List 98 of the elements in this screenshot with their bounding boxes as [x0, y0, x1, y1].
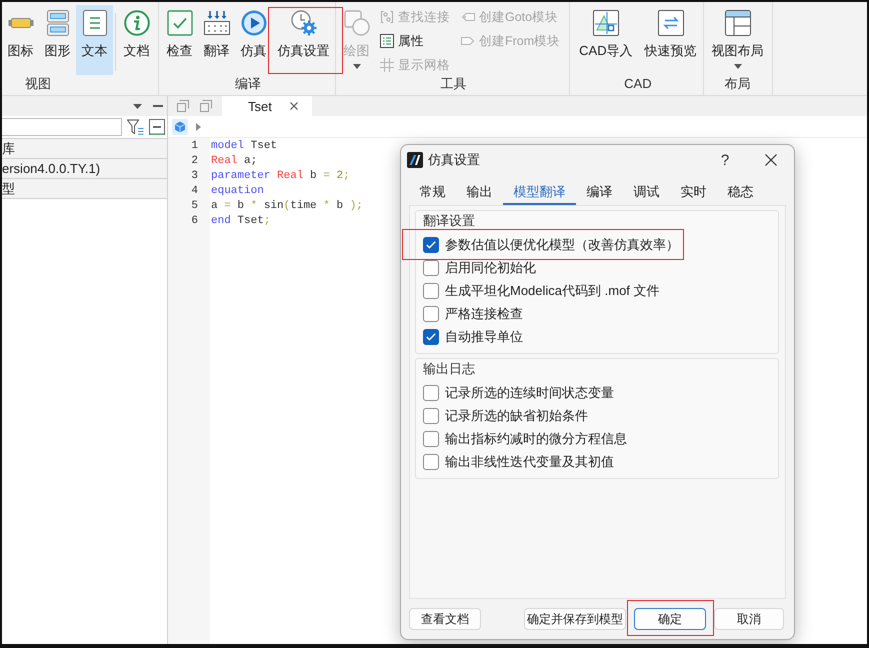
ribbon-button[interactable]: 快速预览 — [638, 5, 703, 75]
checkmark-icon — [426, 240, 436, 248]
checkbox-option[interactable]: 输出指标约减时的微分方程信息 — [423, 427, 627, 450]
caret-right-icon — [196, 122, 201, 130]
search-field[interactable] — [2, 118, 122, 136]
checkbox[interactable] — [423, 282, 439, 298]
group-label: 视图 — [24, 75, 52, 93]
dialog-button[interactable]: 取消 — [714, 608, 784, 630]
checkmark-icon — [426, 332, 436, 340]
dialog-tab[interactable]: 稳态 — [717, 180, 764, 205]
checkbox[interactable] — [423, 328, 439, 344]
dialog-button[interactable]: 查看文档 — [409, 608, 481, 630]
checkbox[interactable] — [423, 430, 439, 446]
checkbox[interactable] — [423, 306, 439, 322]
dialog-tab[interactable]: 实时 — [670, 180, 717, 205]
checkbox-option[interactable]: 严格连接检查 — [423, 302, 523, 325]
checkbox[interactable] — [423, 408, 439, 424]
tree-item[interactable]: 库 — [2, 138, 167, 158]
code-line: model Tset — [211, 139, 278, 154]
ribbon-button[interactable]: 图形 — [39, 5, 76, 75]
code-line: parameter Real b = 2; — [211, 169, 350, 184]
check-square-icon — [166, 10, 192, 36]
line-number: 4 — [190, 184, 198, 199]
minus-box-icon — [149, 119, 165, 135]
clock-gear-icon — [290, 10, 316, 36]
ribbon-button[interactable]: CAD导入 — [573, 5, 639, 75]
editor-tab[interactable]: Tset — [222, 96, 312, 116]
tag-icon — [461, 10, 475, 24]
play-icon — [240, 10, 266, 36]
dialog-button[interactable]: 确定 — [634, 608, 706, 630]
tag-icon — [461, 34, 475, 48]
checkbox-option[interactable]: 生成平坦化Modelica代码到 .mof 文件 — [423, 279, 660, 302]
ribbon-button[interactable]: 仿真设置 — [272, 5, 335, 75]
window-icon — [176, 100, 188, 112]
line-number: 3 — [190, 169, 198, 184]
blueprint-icon — [592, 10, 619, 36]
caret-icon — [133, 104, 142, 108]
shapes-icon — [344, 10, 370, 36]
line-number: 1 — [190, 139, 198, 154]
dialog-tab[interactable]: 调试 — [623, 180, 670, 205]
close-icon — [765, 154, 777, 166]
arrows-grid-icon — [204, 10, 230, 36]
dialog-tab[interactable]: 输出 — [456, 180, 503, 205]
group-label: 编译 — [234, 75, 262, 93]
group-label: CAD — [623, 75, 653, 93]
checkbox[interactable] — [423, 384, 439, 400]
code-line: end Tset; — [211, 214, 270, 229]
checkbox-option[interactable]: 记录所选的缺省初始条件 — [423, 404, 588, 427]
info-icon — [124, 10, 150, 36]
checkbox-option[interactable]: 参数估值以便优化模型（改善仿真效率） — [423, 233, 679, 256]
ribbon-button[interactable]: 视图布局 — [706, 5, 770, 75]
list-icon — [380, 34, 394, 48]
checkbox-option[interactable]: 输出非线性迭代变量及其初值 — [423, 450, 614, 473]
tree-item[interactable]: 型 — [2, 178, 167, 199]
connector-icon — [380, 10, 394, 24]
line-number: 2 — [190, 154, 198, 169]
code-line: equation — [211, 184, 264, 199]
dialog-button[interactable]: 确定并保存到模型 — [524, 608, 626, 630]
collapse-button[interactable] — [149, 119, 165, 135]
close-icon — [290, 102, 298, 110]
group-title: 翻译设置 — [423, 213, 475, 229]
app-logo-icon — [407, 152, 423, 168]
checkbox-option[interactable]: 记录所选的连续时间状态变量 — [423, 381, 614, 404]
ribbon-button[interactable]: 仿真 — [235, 5, 272, 75]
tree-item[interactable]: ersion4.0.0.TY.1) — [2, 158, 167, 178]
group-label: 工具 — [440, 75, 468, 93]
cube-icon — [172, 118, 188, 134]
checkbox[interactable] — [423, 454, 439, 470]
ribbon-button[interactable]: 属性 — [378, 29, 452, 53]
ribbon-button[interactable]: 检查 — [161, 5, 198, 75]
ribbon-button[interactable]: 文本 — [76, 5, 113, 75]
line-number: 6 — [190, 214, 198, 229]
ribbon-button[interactable]: 翻译 — [198, 5, 235, 75]
help-button[interactable]: ? — [702, 145, 748, 175]
minimize-icon — [153, 105, 163, 107]
model-view-button[interactable] — [172, 118, 188, 134]
dialog-tab[interactable]: 编译 — [576, 180, 623, 205]
group-title: 输出日志 — [423, 361, 475, 377]
filter-icon — [127, 119, 144, 135]
code-line: a = b * sin(time * b ); — [211, 199, 363, 214]
code-line: Real a; — [211, 154, 258, 169]
group-label: 布局 — [724, 75, 752, 93]
window-icon — [200, 100, 212, 112]
swap-arrows-icon — [658, 10, 684, 36]
checkbox[interactable] — [423, 260, 439, 276]
stacked-panels-icon — [44, 10, 70, 36]
checkbox-option[interactable]: 启用同伦初始化 — [423, 256, 536, 279]
grid-icon — [380, 58, 394, 72]
checkbox[interactable] — [423, 236, 439, 252]
ribbon-button[interactable]: 文档 — [118, 5, 155, 75]
text-lines-icon — [82, 10, 108, 36]
ribbon-button[interactable]: 图标 — [2, 5, 39, 75]
layout-icon — [724, 10, 751, 36]
line-number: 5 — [190, 199, 198, 214]
dialog-tab[interactable]: 常规 — [409, 180, 456, 205]
checkbox-option[interactable]: 自动推导单位 — [423, 325, 523, 348]
dialog-title: 仿真设置 — [428, 151, 481, 169]
filter-button[interactable] — [127, 119, 144, 135]
